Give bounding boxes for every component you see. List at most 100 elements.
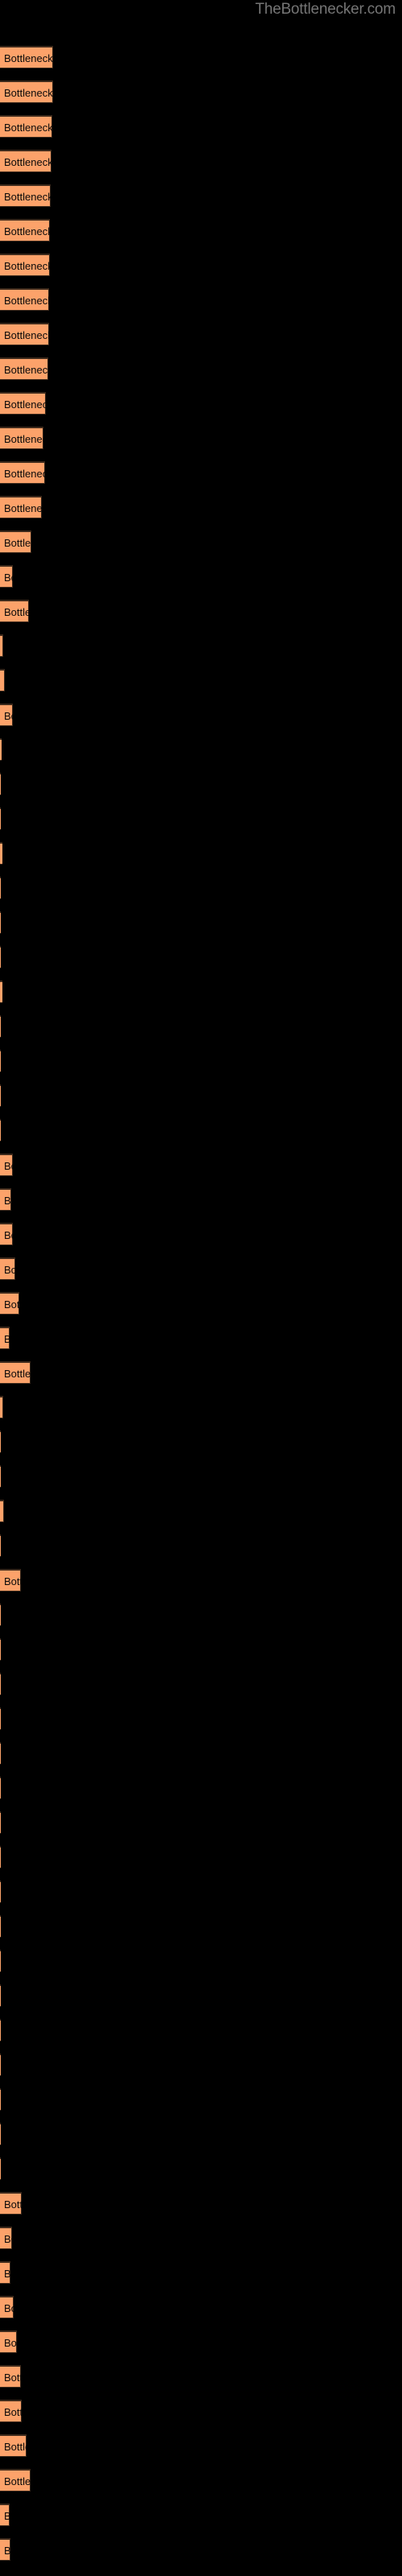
bar[interactable]: Bottleneck result [0, 1396, 3, 1418]
bar[interactable]: Bottleneck result [0, 1742, 1, 1765]
bar[interactable]: Bottleneck result [0, 946, 1, 968]
bar[interactable]: Bottleneck result [0, 1119, 1, 1141]
bar[interactable]: Bottleneck result [0, 1811, 1, 1834]
bar-row: Bottleneck result [0, 1638, 1, 1661]
bar[interactable]: Bottleneck result [0, 2365, 21, 2388]
bar[interactable]: Bottleneck result [0, 2504, 10, 2526]
bar[interactable]: Bottleneck result [0, 184, 51, 207]
bar-row: Bottleneck result [0, 1361, 31, 1384]
bar[interactable]: Bottleneck result [0, 877, 1, 899]
bar[interactable]: Bottleneck result [0, 1569, 21, 1591]
bar[interactable]: Bottleneck result [0, 2054, 1, 2076]
bar[interactable]: Bottleneck result [0, 1673, 1, 1695]
bar[interactable]: Bottleneck result [0, 392, 46, 415]
bar-label-clip: Bottleneck result [0, 809, 1, 832]
bar[interactable]: Bottleneck result [0, 219, 50, 242]
bar[interactable]: Bottleneck result [0, 2330, 17, 2353]
bar[interactable]: Bottleneck result [0, 2469, 31, 2491]
bar[interactable]: Bottleneck result [0, 1361, 31, 1384]
bar[interactable]: Bottleneck result [0, 842, 2, 865]
bar[interactable]: Bottleneck result [0, 1707, 1, 1730]
bar[interactable]: Bottleneck result [0, 2261, 10, 2284]
bar[interactable]: Bottleneck result [0, 1638, 1, 1661]
bar-label-clip: Bottleneck result [0, 2055, 1, 2078]
bar[interactable]: Bottleneck result [0, 1188, 11, 1211]
bar-row: Bottleneck result [0, 2538, 10, 2561]
bar[interactable]: Bottleneck result [0, 2296, 14, 2318]
bar[interactable]: Bottleneck result [0, 496, 42, 518]
bar[interactable]: Bottleneck result [0, 2538, 10, 2561]
bar-row: Bottleneck result [0, 2261, 10, 2284]
bar[interactable]: Bottleneck result [0, 1154, 13, 1176]
bar-label-clip: Bottleneck result [0, 1328, 10, 1351]
bar[interactable]: Bottleneck result [0, 1777, 1, 1799]
bar[interactable]: Bottleneck result [0, 1915, 1, 1938]
bar[interactable]: Bottleneck result [0, 1050, 1, 1072]
bar-label-clip: Bottleneck result [0, 532, 31, 555]
bar[interactable]: Bottleneck result [0, 2192, 22, 2215]
bar[interactable]: Bottleneck result [0, 2019, 1, 2041]
bar-label-clip: Bottleneck result [0, 2228, 12, 2251]
bar[interactable]: Bottleneck result [0, 2157, 1, 2180]
bar[interactable]: Bottleneck result [0, 1465, 1, 1488]
bar[interactable]: Bottleneck result [0, 911, 1, 934]
bar-label-clip: Bottleneck result [0, 2021, 1, 2043]
bar[interactable]: Bottleneck result [0, 150, 51, 172]
bar[interactable]: Bottleneck result [0, 1604, 1, 1626]
bar[interactable]: Bottleneck result [0, 2227, 12, 2249]
bar-label-clip: Bottleneck result [0, 740, 2, 762]
bar-row: Bottleneck result [0, 2296, 14, 2318]
bar[interactable]: Bottleneck result [0, 1292, 19, 1315]
bar-label-clip: Bottleneck result [0, 463, 45, 485]
bar[interactable]: Bottleneck result [0, 1950, 1, 1972]
bar[interactable]: Bottleneck result [0, 980, 2, 1003]
bar[interactable]: Bottleneck result [0, 46, 53, 68]
bar[interactable]: Bottleneck result [0, 600, 29, 622]
bar-row: Bottleneck result [0, 565, 13, 588]
bar[interactable]: Bottleneck result [0, 254, 50, 276]
bar-label-clip: Bottleneck result [0, 844, 2, 866]
bar-row: Bottleneck result [0, 1604, 1, 1626]
bar[interactable]: Bottleneck result [0, 323, 49, 345]
bar[interactable]: Bottleneck result [0, 1015, 1, 1038]
bar[interactable]: Bottleneck result [0, 1534, 1, 1557]
bar-row: Bottleneck result [0, 2504, 10, 2526]
bar[interactable]: Bottleneck result [0, 1430, 1, 1453]
bar[interactable]: Bottleneck result [0, 1257, 15, 1280]
bar[interactable]: Bottleneck result [0, 1846, 1, 1868]
bar[interactable]: Bottleneck result [0, 80, 53, 103]
bar[interactable]: Bottleneck result [0, 807, 1, 830]
bar[interactable]: Bottleneck result [0, 669, 5, 691]
bar[interactable]: Bottleneck result [0, 461, 45, 484]
bar[interactable]: Bottleneck result [0, 773, 1, 795]
bar[interactable]: Bottleneck result [0, 704, 13, 726]
bar-label: Bottleneck result [4, 710, 13, 722]
bar[interactable]: Bottleneck result [0, 565, 13, 588]
bar[interactable]: Bottleneck result [0, 634, 3, 657]
bar[interactable]: Bottleneck result [0, 1327, 10, 1349]
bar[interactable]: Bottleneck result [0, 115, 52, 138]
bar-row: Bottleneck result [0, 1257, 15, 1280]
bar-label: Bottleneck result [4, 52, 53, 64]
bar[interactable]: Bottleneck result [0, 2088, 1, 2111]
bar-row: Bottleneck result [0, 1950, 1, 1972]
bar-label: Bottleneck result [4, 537, 31, 549]
bar[interactable]: Bottleneck result [0, 427, 43, 449]
bar[interactable]: Bottleneck result [0, 1223, 13, 1245]
bar[interactable]: Bottleneck result [0, 2123, 1, 2145]
bar-label-clip: Bottleneck result [0, 1086, 1, 1108]
bar[interactable]: Bottleneck result [0, 1500, 4, 1522]
bar-label-clip: Bottleneck result [0, 1017, 1, 1039]
bar-label-clip: Bottleneck result [0, 82, 53, 105]
bar[interactable]: Bottleneck result [0, 2400, 22, 2422]
bar[interactable]: Bottleneck result [0, 738, 2, 761]
bar-label-clip: Bottleneck result [0, 2436, 27, 2458]
bar[interactable]: Bottleneck result [0, 288, 49, 311]
bar[interactable]: Bottleneck result [0, 1984, 1, 2007]
bar[interactable]: Bottleneck result [0, 2434, 27, 2457]
bar[interactable]: Bottleneck result [0, 1084, 1, 1107]
bar-label-clip: Bottleneck result [0, 1467, 1, 1489]
bar[interactable]: Bottleneck result [0, 530, 31, 553]
bar[interactable]: Bottleneck result [0, 1880, 1, 1903]
bar[interactable]: Bottleneck result [0, 357, 48, 380]
